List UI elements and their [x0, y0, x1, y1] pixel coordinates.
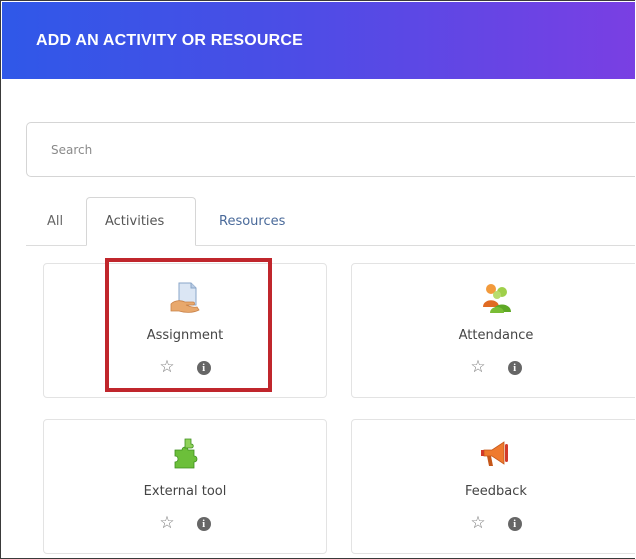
card-actions: ☆ i: [44, 359, 326, 376]
module-label: External tool: [143, 484, 227, 499]
module-label: Assignment: [146, 328, 224, 343]
star-icon[interactable]: ☆: [470, 359, 485, 376]
feedback-icon: [481, 441, 508, 466]
module-label: Attendance: [458, 328, 534, 343]
star-icon[interactable]: ☆: [470, 515, 485, 532]
tab-all[interactable]: All: [47, 214, 63, 229]
tab-activities[interactable]: Activities: [105, 214, 164, 229]
module-card-external-tool[interactable]: External tool ☆ i: [43, 419, 327, 554]
module-card-assignment[interactable]: Assignment ☆ i: [43, 263, 327, 398]
module-card-feedback[interactable]: Feedback ☆ i: [351, 419, 635, 554]
card-actions: ☆ i: [352, 515, 635, 532]
info-icon[interactable]: i: [507, 516, 522, 531]
modal-dialog: ADD AN ACTIVITY OR RESOURCE All Activiti…: [0, 0, 635, 559]
attendance-icon: [483, 284, 511, 313]
card-actions: ☆ i: [44, 515, 326, 532]
module-label: Feedback: [465, 484, 527, 499]
info-icon[interactable]: i: [196, 516, 211, 531]
info-icon[interactable]: i: [196, 360, 211, 375]
card-actions: ☆ i: [352, 359, 635, 376]
module-card-attendance[interactable]: Attendance ☆ i: [351, 263, 635, 398]
info-icon[interactable]: i: [507, 360, 522, 375]
search-box[interactable]: [26, 122, 635, 177]
external-tool-icon: [174, 438, 198, 469]
tab-resources[interactable]: Resources: [219, 214, 285, 229]
star-icon[interactable]: ☆: [159, 515, 174, 532]
modal-title: ADD AN ACTIVITY OR RESOURCE: [36, 32, 304, 49]
modal-header: ADD AN ACTIVITY OR RESOURCE: [2, 2, 635, 79]
search-input[interactable]: [27, 123, 635, 176]
star-icon[interactable]: ☆: [159, 359, 174, 376]
assignment-icon: [170, 282, 200, 313]
